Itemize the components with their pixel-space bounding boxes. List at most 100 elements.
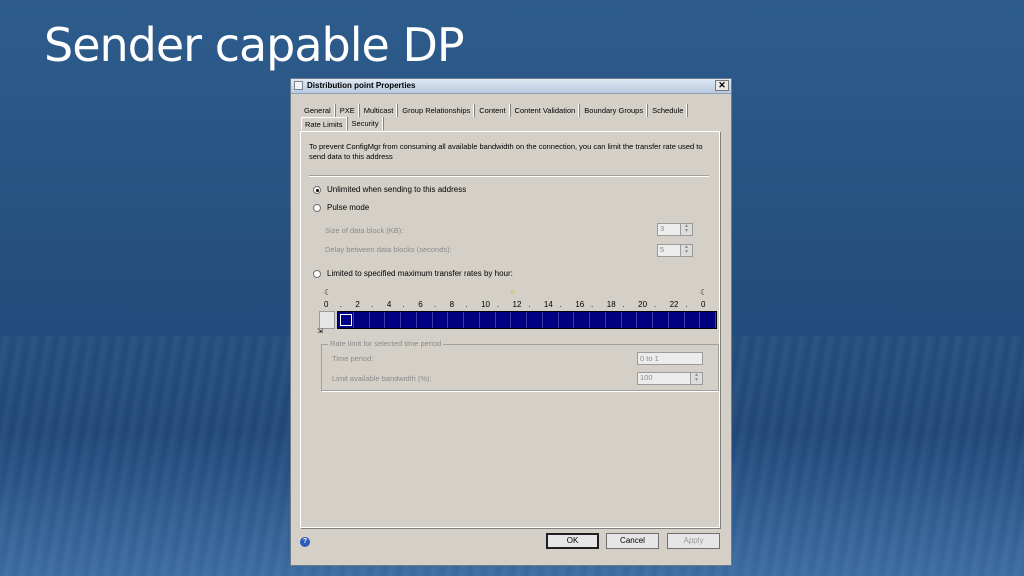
hour-label: 6 [418,300,423,309]
hour-label: 0 [324,300,329,309]
time-period-field[interactable]: 0 to 1 [637,352,703,365]
hour-cell[interactable] [369,312,386,328]
tab-general[interactable]: General [301,104,335,117]
radio-pulse-mode[interactable]: Pulse mode [313,203,369,212]
hour-cell[interactable] [653,312,669,328]
hour-cell[interactable] [605,312,622,328]
hour-label: 10 [481,300,490,309]
hour-label: . [528,300,531,309]
hour-label: 2 [355,300,360,309]
hour-label: . [402,300,405,309]
tab-content[interactable]: Content [476,104,510,117]
dialog-titlebar[interactable]: Distribution point Properties ✕ [291,79,731,94]
rate-limit-group: Rate limit for selected time period Time… [321,339,719,391]
hour-label: . [591,300,594,309]
tab-row-1: General PXE Multicast Group Relationship… [301,104,689,117]
hour-label: . [653,300,657,309]
radio-limited-label: Limited to specified maximum transfer ra… [327,269,513,278]
hour-cell[interactable] [684,312,701,328]
hour-scale: 0. 2. 4. 6. 8. 10. 12. 14. 16. 18. 20. 22. 0 [301,300,721,310]
radio-pulse-indicator[interactable] [313,203,321,212]
delay-spin-buttons[interactable]: ▲ ▼ [680,245,692,256]
moon-icon-left: ☾ [324,288,332,297]
bandwidth-spin-buttons[interactable]: ▲ ▼ [690,373,702,384]
hour-label: 22 [669,300,679,309]
radio-unlimited-indicator[interactable] [313,185,321,194]
hour-label: . [465,300,468,309]
tab-content-validation[interactable]: Content Validation [512,104,580,117]
description-text: To prevent ConfigMgr from consuming all … [309,142,703,161]
moon-icon-right: ☾ [700,288,708,297]
hour-cell[interactable] [401,312,417,328]
hour-cell[interactable] [464,312,480,328]
hour-label: 12 [512,300,522,309]
hour-cell[interactable] [668,312,685,328]
hour-label: . [433,300,437,309]
hour-cell[interactable] [621,312,638,328]
close-button[interactable]: ✕ [715,80,729,91]
slide-title: Sender capable DP [44,18,465,72]
rate-limits-panel: To prevent ConfigMgr from consuming all … [300,131,720,528]
hour-label: . [622,300,625,309]
hour-cell[interactable] [416,312,433,328]
radio-limited-by-hour[interactable]: Limited to specified maximum transfer ra… [313,269,513,278]
separator [309,175,709,177]
hour-label: . [685,300,688,309]
hour-cell[interactable] [558,312,575,328]
hour-cell[interactable] [479,312,496,328]
block-size-spinner[interactable]: 3 ▲ ▼ [657,223,693,236]
radio-unlimited[interactable]: Unlimited when sending to this address [313,185,466,194]
hour-label: 4 [386,300,392,309]
tab-rate-limits[interactable]: Rate Limits [301,117,347,130]
hour-cell[interactable] [432,312,449,328]
sun-icon: ☼ [509,287,517,296]
hour-cell[interactable] [511,312,527,328]
apply-button[interactable]: Apply [667,533,720,549]
tab-multicast[interactable]: Multicast [361,104,398,117]
hour-cell[interactable] [353,312,370,328]
hour-label: 16 [575,300,585,309]
radio-pulse-label: Pulse mode [327,203,370,212]
dialog-title: Distribution point Properties [307,81,416,90]
hour-cell[interactable] [590,312,606,328]
hour-cell[interactable] [338,312,354,328]
hour-label: . [339,300,342,309]
hour-label: 20 [638,300,648,309]
properties-dialog: Distribution point Properties ✕ General … [290,78,732,566]
rate-limit-legend: Rate limit for selected time period [328,339,444,348]
tab-schedule[interactable]: Schedule [649,104,688,117]
hour-cell[interactable] [542,312,559,328]
hour-grid[interactable] [337,311,717,329]
tab-strip: General PXE Multicast Group Relationship… [301,104,689,130]
hour-label: 14 [543,300,553,309]
time-period-label: Time period: [332,354,374,363]
delay-value: 5 [660,245,665,254]
delay-label: Delay between data blocks (seconds): [325,245,452,254]
hour-cell[interactable] [700,312,716,328]
hour-cell[interactable] [637,312,653,328]
ok-button[interactable]: OK [546,533,599,549]
radio-unlimited-label: Unlimited when sending to this address [327,185,467,194]
block-size-spin-buttons[interactable]: ▲ ▼ [680,224,692,235]
hour-cell[interactable] [527,312,543,328]
hour-label: . [559,300,562,309]
tab-row-2: Rate Limits Security [301,117,689,130]
cancel-button[interactable]: Cancel [606,533,659,549]
help-icon[interactable]: ? [300,537,310,547]
tab-boundary-groups[interactable]: Boundary Groups [581,104,648,117]
hour-cell[interactable] [495,312,512,328]
hour-label: . [371,300,374,309]
tab-security[interactable]: Security [349,117,383,130]
hour-cell[interactable] [574,312,590,328]
hour-cell[interactable] [448,312,464,328]
bandwidth-spinner[interactable]: 100 ▲ ▼ [637,372,703,385]
tab-group-relationships[interactable]: Group Relationships [399,104,475,117]
block-size-label: Size of data block (KB): [325,226,404,235]
delay-spinner[interactable]: 5 ▲ ▼ [657,244,693,257]
hour-cell[interactable] [385,312,401,328]
arrows-icon: ⇲ [317,328,323,335]
radio-limited-indicator[interactable] [313,269,321,278]
tab-pxe[interactable]: PXE [337,104,359,117]
block-size-value: 3 [660,224,665,233]
bandwidth-value: 100 [640,373,653,382]
